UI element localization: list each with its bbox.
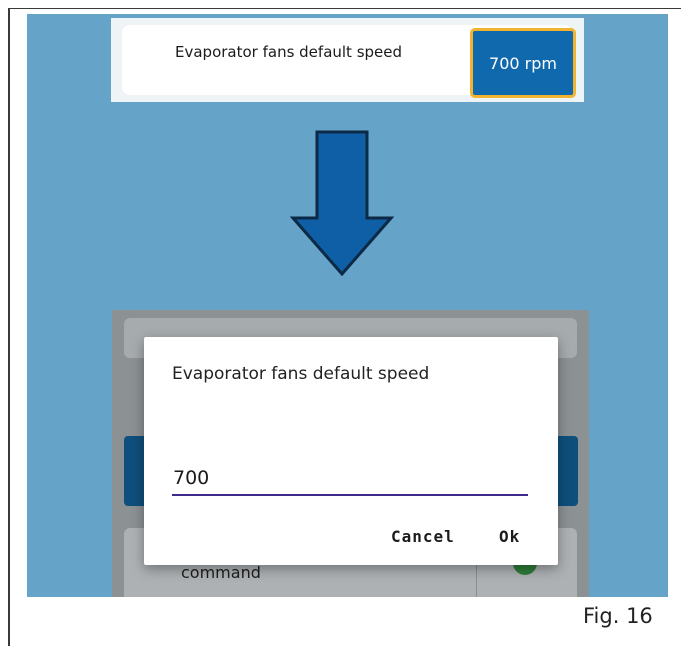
dialog-title: Evaporator fans default speed (172, 364, 430, 384)
frame-left-border (8, 8, 10, 646)
frame-top-border (8, 8, 681, 9)
setting-label: Evaporator fans default speed (175, 43, 403, 61)
cancel-button[interactable]: Cancel (391, 527, 455, 546)
down-arrow-icon (290, 130, 394, 276)
ok-button[interactable]: Ok (499, 527, 520, 546)
speed-value-button[interactable]: 700 rpm (470, 28, 576, 98)
app-row-label: command (181, 563, 261, 582)
figure-caption: Fig. 16 (583, 604, 653, 628)
speed-input[interactable] (172, 462, 528, 496)
app-button-partial-right (558, 436, 578, 506)
